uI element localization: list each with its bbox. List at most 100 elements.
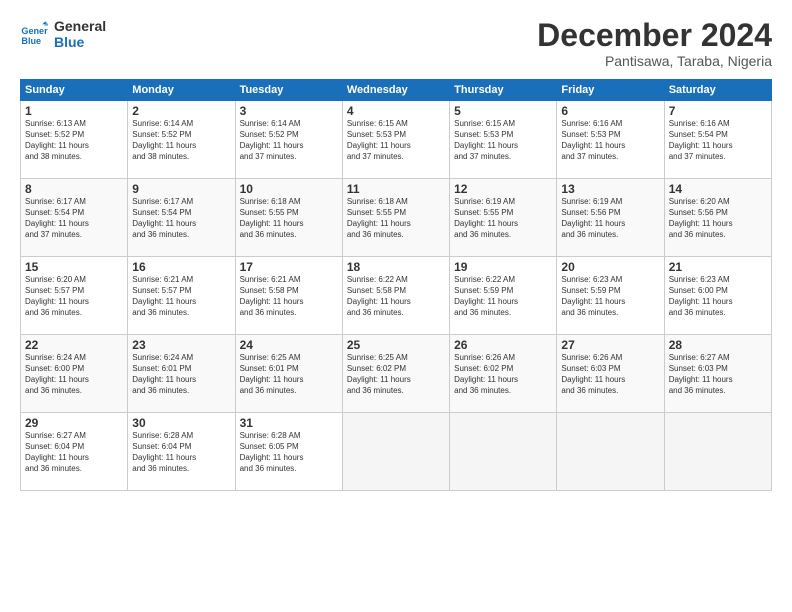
week-row-4: 22Sunrise: 6:24 AM Sunset: 6:00 PM Dayli… <box>21 335 772 413</box>
day-number: 9 <box>132 182 230 196</box>
day-info: Sunrise: 6:16 AM Sunset: 5:53 PM Dayligh… <box>561 119 659 162</box>
logo-icon: General Blue <box>20 20 48 48</box>
calendar-cell: 16Sunrise: 6:21 AM Sunset: 5:57 PM Dayli… <box>128 257 235 335</box>
day-info: Sunrise: 6:25 AM Sunset: 6:01 PM Dayligh… <box>240 353 338 396</box>
day-number: 4 <box>347 104 445 118</box>
day-number: 23 <box>132 338 230 352</box>
day-number: 26 <box>454 338 552 352</box>
week-row-2: 8 Sunrise: 6:17 AM Sunset: 5:54 PM Daylig… <box>21 179 772 257</box>
header-sunday: Sunday <box>21 80 128 101</box>
day-number: 31 <box>240 416 338 430</box>
week-row-3: 15Sunrise: 6:20 AM Sunset: 5:57 PM Dayli… <box>21 257 772 335</box>
header-wednesday: Wednesday <box>342 80 449 101</box>
calendar-cell <box>557 413 664 491</box>
calendar-cell: 17Sunrise: 6:21 AM Sunset: 5:58 PM Dayli… <box>235 257 342 335</box>
day-number: 13 <box>561 182 659 196</box>
day-info: Sunrise: 6:22 AM Sunset: 5:58 PM Dayligh… <box>347 275 445 318</box>
day-info: Sunrise: 6:24 AM Sunset: 6:01 PM Dayligh… <box>132 353 230 396</box>
day-info: Sunrise: 6:20 AM Sunset: 5:57 PM Dayligh… <box>25 275 123 318</box>
calendar-cell: 4Sunrise: 6:15 AM Sunset: 5:53 PM Daylig… <box>342 101 449 179</box>
calendar-cell <box>450 413 557 491</box>
header-tuesday: Tuesday <box>235 80 342 101</box>
day-number: 11 <box>347 182 445 196</box>
day-info: Sunrise: 6:27 AM Sunset: 6:04 PM Dayligh… <box>25 431 123 474</box>
header-monday: Monday <box>128 80 235 101</box>
header: General Blue General Blue December 2024 … <box>20 18 772 69</box>
day-info: Sunrise: 6:23 AM Sunset: 6:00 PM Dayligh… <box>669 275 767 318</box>
calendar-cell: 8Sunrise: 6:17 AM Sunset: 5:54 PM Daylig… <box>21 179 128 257</box>
calendar-cell: 24Sunrise: 6:25 AM Sunset: 6:01 PM Dayli… <box>235 335 342 413</box>
calendar-cell <box>342 413 449 491</box>
day-number: 1 <box>25 104 123 118</box>
header-saturday: Saturday <box>664 80 771 101</box>
svg-text:Blue: Blue <box>21 36 41 46</box>
day-info: Sunrise: 6:14 AM Sunset: 5:52 PM Dayligh… <box>240 119 338 162</box>
day-number: 22 <box>25 338 123 352</box>
day-info: Sunrise: 6:18 AM Sunset: 5:55 PM Dayligh… <box>347 197 445 240</box>
day-number: 21 <box>669 260 767 274</box>
calendar-cell: 25Sunrise: 6:25 AM Sunset: 6:02 PM Dayli… <box>342 335 449 413</box>
week-row-5: 29Sunrise: 6:27 AM Sunset: 6:04 PM Dayli… <box>21 413 772 491</box>
calendar-cell: 2Sunrise: 6:14 AM Sunset: 5:52 PM Daylig… <box>128 101 235 179</box>
calendar-cell: 9Sunrise: 6:17 AM Sunset: 5:54 PM Daylig… <box>128 179 235 257</box>
day-number: 29 <box>25 416 123 430</box>
day-number: 10 <box>240 182 338 196</box>
day-info: Sunrise: 6:21 AM Sunset: 5:57 PM Dayligh… <box>132 275 230 318</box>
day-info: Sunrise: 6:20 AM Sunset: 5:56 PM Dayligh… <box>669 197 767 240</box>
day-info: Sunrise: 6:14 AM Sunset: 5:52 PM Dayligh… <box>132 119 230 162</box>
day-number: 6 <box>561 104 659 118</box>
calendar-cell: 5Sunrise: 6:15 AM Sunset: 5:53 PM Daylig… <box>450 101 557 179</box>
day-info: Sunrise: 6:15 AM Sunset: 5:53 PM Dayligh… <box>347 119 445 162</box>
day-number: 14 <box>669 182 767 196</box>
day-number: 12 <box>454 182 552 196</box>
day-info: Sunrise: 6:27 AM Sunset: 6:03 PM Dayligh… <box>669 353 767 396</box>
day-number: 30 <box>132 416 230 430</box>
month-title: December 2024 <box>537 18 772 53</box>
calendar-cell: 12Sunrise: 6:19 AM Sunset: 5:55 PM Dayli… <box>450 179 557 257</box>
calendar-cell: 15Sunrise: 6:20 AM Sunset: 5:57 PM Dayli… <box>21 257 128 335</box>
calendar-cell: 3Sunrise: 6:14 AM Sunset: 5:52 PM Daylig… <box>235 101 342 179</box>
day-info: Sunrise: 6:17 AM Sunset: 5:54 PM Dayligh… <box>132 197 230 240</box>
header-row: SundayMondayTuesdayWednesdayThursdayFrid… <box>21 80 772 101</box>
calendar-cell: 23Sunrise: 6:24 AM Sunset: 6:01 PM Dayli… <box>128 335 235 413</box>
day-number: 2 <box>132 104 230 118</box>
calendar-cell: 27Sunrise: 6:26 AM Sunset: 6:03 PM Dayli… <box>557 335 664 413</box>
calendar-cell: 13Sunrise: 6:19 AM Sunset: 5:56 PM Dayli… <box>557 179 664 257</box>
header-thursday: Thursday <box>450 80 557 101</box>
calendar-cell: 11Sunrise: 6:18 AM Sunset: 5:55 PM Dayli… <box>342 179 449 257</box>
day-info: Sunrise: 6:16 AM Sunset: 5:54 PM Dayligh… <box>669 119 767 162</box>
calendar-cell: 30Sunrise: 6:28 AM Sunset: 6:04 PM Dayli… <box>128 413 235 491</box>
day-number: 17 <box>240 260 338 274</box>
calendar-cell <box>664 413 771 491</box>
calendar-cell: 28Sunrise: 6:27 AM Sunset: 6:03 PM Dayli… <box>664 335 771 413</box>
calendar-cell: 19Sunrise: 6:22 AM Sunset: 5:59 PM Dayli… <box>450 257 557 335</box>
calendar-cell: 26Sunrise: 6:26 AM Sunset: 6:02 PM Dayli… <box>450 335 557 413</box>
day-info: Sunrise: 6:28 AM Sunset: 6:04 PM Dayligh… <box>132 431 230 474</box>
calendar-cell: 10Sunrise: 6:18 AM Sunset: 5:55 PM Dayli… <box>235 179 342 257</box>
day-number: 5 <box>454 104 552 118</box>
location: Pantisawa, Taraba, Nigeria <box>537 53 772 69</box>
day-info: Sunrise: 6:28 AM Sunset: 6:05 PM Dayligh… <box>240 431 338 474</box>
calendar-cell: 22Sunrise: 6:24 AM Sunset: 6:00 PM Dayli… <box>21 335 128 413</box>
day-number: 8 <box>25 182 123 196</box>
day-number: 3 <box>240 104 338 118</box>
calendar-cell: 21Sunrise: 6:23 AM Sunset: 6:00 PM Dayli… <box>664 257 771 335</box>
day-info: Sunrise: 6:15 AM Sunset: 5:53 PM Dayligh… <box>454 119 552 162</box>
day-info: Sunrise: 6:19 AM Sunset: 5:56 PM Dayligh… <box>561 197 659 240</box>
svg-text:General: General <box>21 26 48 36</box>
day-info: Sunrise: 6:13 AM Sunset: 5:52 PM Dayligh… <box>25 119 123 162</box>
day-number: 15 <box>25 260 123 274</box>
day-info: Sunrise: 6:21 AM Sunset: 5:58 PM Dayligh… <box>240 275 338 318</box>
calendar-cell: 29Sunrise: 6:27 AM Sunset: 6:04 PM Dayli… <box>21 413 128 491</box>
day-info: Sunrise: 6:22 AM Sunset: 5:59 PM Dayligh… <box>454 275 552 318</box>
day-info: Sunrise: 6:26 AM Sunset: 6:02 PM Dayligh… <box>454 353 552 396</box>
day-info: Sunrise: 6:25 AM Sunset: 6:02 PM Dayligh… <box>347 353 445 396</box>
day-info: Sunrise: 6:26 AM Sunset: 6:03 PM Dayligh… <box>561 353 659 396</box>
calendar-cell: 6Sunrise: 6:16 AM Sunset: 5:53 PM Daylig… <box>557 101 664 179</box>
day-info: Sunrise: 6:23 AM Sunset: 5:59 PM Dayligh… <box>561 275 659 318</box>
day-number: 27 <box>561 338 659 352</box>
day-info: Sunrise: 6:18 AM Sunset: 5:55 PM Dayligh… <box>240 197 338 240</box>
day-number: 19 <box>454 260 552 274</box>
day-number: 20 <box>561 260 659 274</box>
calendar-cell: 1Sunrise: 6:13 AM Sunset: 5:52 PM Daylig… <box>21 101 128 179</box>
